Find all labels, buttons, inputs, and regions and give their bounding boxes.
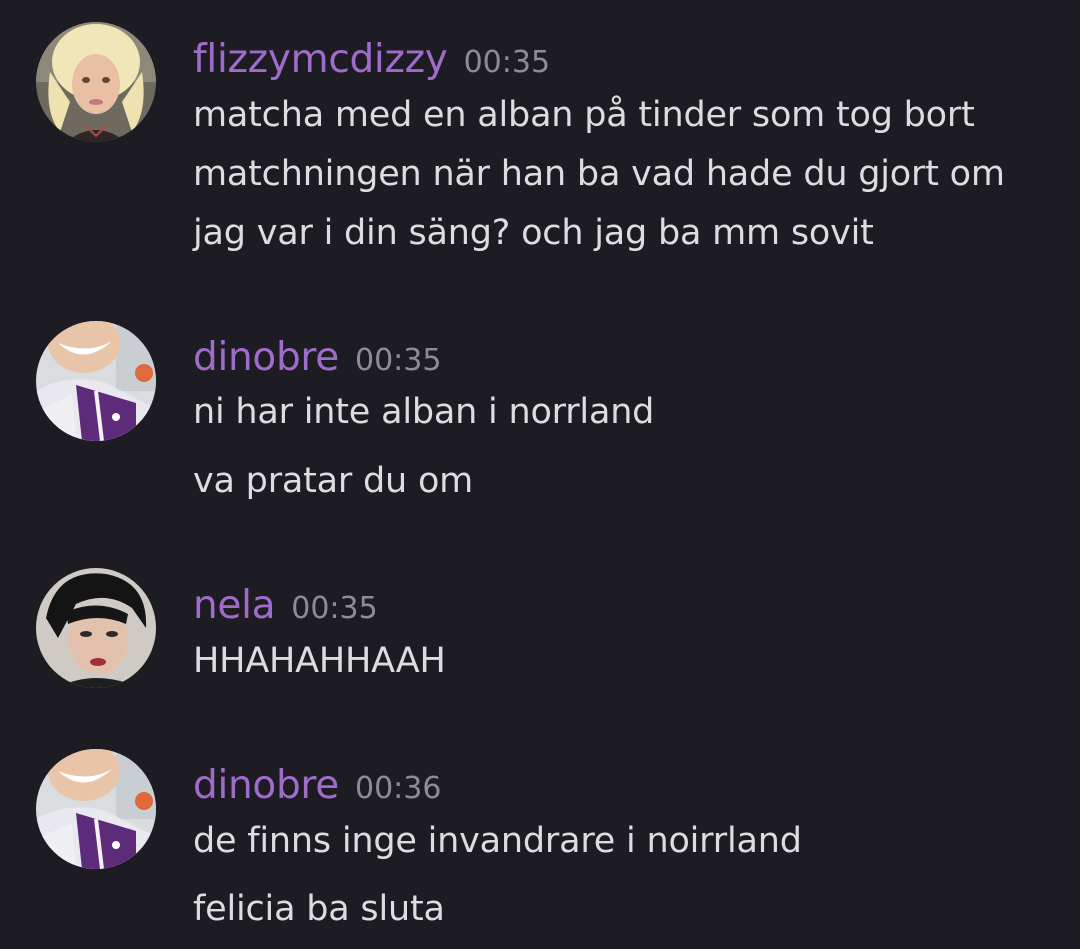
user-avatar[interactable] [36,749,156,869]
purple-jacket-person-avatar-icon [36,321,156,441]
purple-jacket-person-avatar-icon [36,749,156,869]
message-text: felicia ba sluta [193,889,445,929]
timestamp: 00:35 [463,45,551,80]
message-text: jag var i din säng? och jag ba mm sovit [193,213,874,253]
user-avatar[interactable] [36,568,156,688]
message-text: de finns inge invandrare i noirrland [193,821,802,861]
username[interactable]: dinobre [193,763,339,808]
user-avatar[interactable] [36,321,156,441]
timestamp: 00:35 [355,343,442,378]
user-avatar[interactable] [36,22,156,142]
message-text: matchningen när han ba vad hade du gjort… [193,154,1005,194]
message-text: va pratar du om [193,461,474,501]
dark-haired-person-avatar-icon [36,568,156,688]
message-text: HHAHAHHAAH [193,641,446,681]
timestamp: 00:36 [355,771,442,806]
username[interactable]: dinobre [193,335,339,380]
message-text: matcha med en alban på tinder som tog bo… [193,95,975,135]
blonde-person-avatar-icon [36,22,156,142]
timestamp: 00:35 [291,591,378,626]
username[interactable]: flizzymcdizzy [193,37,448,82]
username[interactable]: nela [193,583,276,628]
message-text: ni har inte alban i norrland [193,392,655,432]
